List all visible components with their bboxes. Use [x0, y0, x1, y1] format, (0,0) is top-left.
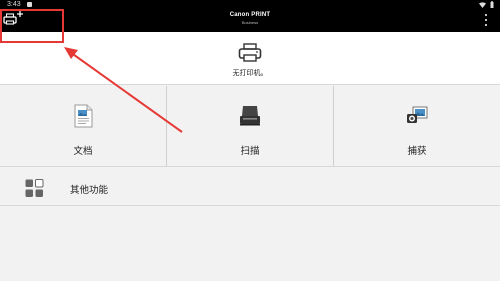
empty-content-area [0, 207, 500, 281]
camera-capture-icon [407, 106, 428, 123]
tile-scan[interactable]: 扫描 [167, 86, 334, 166]
tile-capture[interactable]: 捕获 [334, 86, 500, 166]
status-indicators [479, 1, 494, 8]
battery-icon [490, 1, 494, 8]
other-functions-label: 其他功能 [70, 185, 109, 196]
printer-status-label: 无打印机。 [232, 70, 268, 77]
other-functions-row[interactable]: 其他功能 [0, 168, 500, 206]
overflow-menu-button[interactable] [485, 14, 489, 26]
menu-dot [485, 23, 488, 26]
wifi-icon [479, 1, 486, 8]
app-screen: 3:43 Canon PRINT Business 无打印机。 文档 扫描 捕获… [0, 0, 500, 281]
menu-dot [485, 18, 488, 22]
menu-dot [485, 14, 488, 17]
scanner-icon [240, 106, 260, 126]
tile-scan-label: 扫描 [240, 146, 260, 157]
top-bar: 3:43 Canon PRINT Business [0, 0, 500, 32]
status-time: 3:43 [7, 1, 21, 8]
tile-document-label: 文档 [73, 146, 93, 157]
tile-document[interactable]: 文档 [0, 86, 167, 166]
function-tiles: 文档 扫描 捕获 [0, 86, 500, 167]
document-icon [74, 104, 93, 128]
notification-icon [27, 2, 32, 7]
grid-apps-icon [25, 179, 44, 197]
app-subtitle: Business [241, 20, 259, 25]
printer-selector[interactable]: 无打印机。 [0, 32, 500, 85]
app-title: Canon PRINT [229, 12, 271, 18]
printer-icon [238, 43, 262, 62]
tile-capture-label: 捕获 [407, 146, 427, 157]
